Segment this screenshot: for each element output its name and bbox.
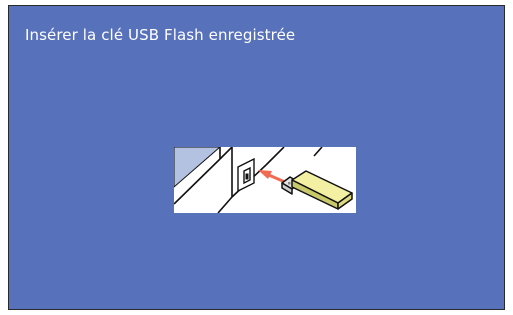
usb-insert-illustration [174, 147, 356, 213]
instruction-text: Insérer la clé USB Flash enregistrée [25, 26, 296, 44]
arrow-icon [258, 170, 287, 184]
device-screen: Insérer la clé USB Flash enregistrée [8, 5, 505, 310]
usb-flash-drive-icon [281, 170, 353, 210]
usb-port-icon [237, 157, 255, 193]
